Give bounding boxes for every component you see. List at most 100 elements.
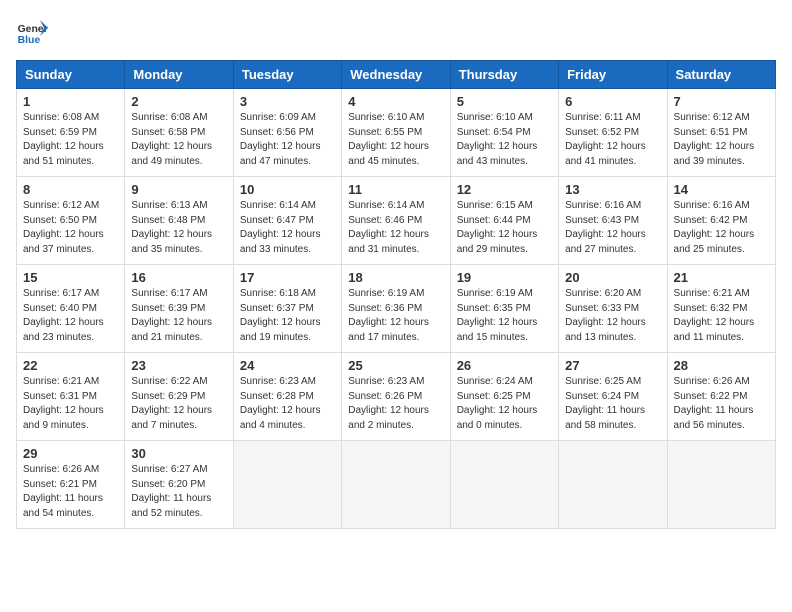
calendar-cell: 3 Sunrise: 6:09 AM Sunset: 6:56 PM Dayli… <box>233 89 341 177</box>
daylight-label: Daylight: 12 hours <box>348 317 429 328</box>
day-number: 13 <box>565 182 660 197</box>
calendar-cell: 8 Sunrise: 6:12 AM Sunset: 6:50 PM Dayli… <box>17 177 125 265</box>
daylight-label: Daylight: 12 hours <box>565 141 646 152</box>
calendar-cell: 17 Sunrise: 6:18 AM Sunset: 6:37 PM Dayl… <box>233 265 341 353</box>
day-header-monday: Monday <box>125 61 233 89</box>
sunset-label: Sunset: 6:59 PM <box>23 127 97 138</box>
sunrise-label: Sunrise: 6:22 AM <box>131 376 207 387</box>
calendar-week-4: 22 Sunrise: 6:21 AM Sunset: 6:31 PM Dayl… <box>17 353 776 441</box>
day-info: Sunrise: 6:08 AM Sunset: 6:58 PM Dayligh… <box>131 111 226 169</box>
daylight-label: Daylight: 12 hours <box>565 317 646 328</box>
sunset-label: Sunset: 6:40 PM <box>23 303 97 314</box>
svg-text:Blue: Blue <box>18 35 41 46</box>
sunset-label: Sunset: 6:33 PM <box>565 303 639 314</box>
daylight-mins: and 56 minutes. <box>674 420 745 431</box>
calendar-cell: 9 Sunrise: 6:13 AM Sunset: 6:48 PM Dayli… <box>125 177 233 265</box>
sunrise-label: Sunrise: 6:08 AM <box>23 112 99 123</box>
sunrise-label: Sunrise: 6:12 AM <box>674 112 750 123</box>
daylight-mins: and 31 minutes. <box>348 244 419 255</box>
calendar-cell: 27 Sunrise: 6:25 AM Sunset: 6:24 PM Dayl… <box>559 353 667 441</box>
day-info: Sunrise: 6:17 AM Sunset: 6:40 PM Dayligh… <box>23 287 118 345</box>
daylight-mins: and 4 minutes. <box>240 420 306 431</box>
daylight-label: Daylight: 11 hours <box>23 493 103 504</box>
daylight-label: Daylight: 12 hours <box>23 229 104 240</box>
day-number: 8 <box>23 182 118 197</box>
sunset-label: Sunset: 6:56 PM <box>240 127 314 138</box>
calendar-cell <box>342 441 450 529</box>
sunset-label: Sunset: 6:32 PM <box>674 303 748 314</box>
sunset-label: Sunset: 6:21 PM <box>23 479 97 490</box>
daylight-mins: and 23 minutes. <box>23 332 94 343</box>
day-number: 4 <box>348 94 443 109</box>
sunset-label: Sunset: 6:22 PM <box>674 391 748 402</box>
sunrise-label: Sunrise: 6:23 AM <box>348 376 424 387</box>
daylight-label: Daylight: 12 hours <box>674 229 755 240</box>
daylight-mins: and 19 minutes. <box>240 332 311 343</box>
daylight-mins: and 25 minutes. <box>674 244 745 255</box>
daylight-label: Daylight: 12 hours <box>240 317 321 328</box>
calendar-cell: 10 Sunrise: 6:14 AM Sunset: 6:47 PM Dayl… <box>233 177 341 265</box>
day-info: Sunrise: 6:08 AM Sunset: 6:59 PM Dayligh… <box>23 111 118 169</box>
day-info: Sunrise: 6:16 AM Sunset: 6:42 PM Dayligh… <box>674 199 769 257</box>
sunrise-label: Sunrise: 6:14 AM <box>348 200 424 211</box>
sunrise-label: Sunrise: 6:12 AM <box>23 200 99 211</box>
sunrise-label: Sunrise: 6:27 AM <box>131 464 207 475</box>
calendar-cell: 5 Sunrise: 6:10 AM Sunset: 6:54 PM Dayli… <box>450 89 558 177</box>
day-info: Sunrise: 6:18 AM Sunset: 6:37 PM Dayligh… <box>240 287 335 345</box>
day-info: Sunrise: 6:20 AM Sunset: 6:33 PM Dayligh… <box>565 287 660 345</box>
daylight-mins: and 58 minutes. <box>565 420 636 431</box>
daylight-label: Daylight: 12 hours <box>23 317 104 328</box>
daylight-label: Daylight: 11 hours <box>674 405 754 416</box>
daylight-label: Daylight: 12 hours <box>240 141 321 152</box>
daylight-mins: and 37 minutes. <box>23 244 94 255</box>
sunset-label: Sunset: 6:35 PM <box>457 303 531 314</box>
sunrise-label: Sunrise: 6:09 AM <box>240 112 316 123</box>
daylight-label: Daylight: 12 hours <box>457 141 538 152</box>
sunset-label: Sunset: 6:29 PM <box>131 391 205 402</box>
sunrise-label: Sunrise: 6:25 AM <box>565 376 641 387</box>
day-number: 10 <box>240 182 335 197</box>
day-info: Sunrise: 6:13 AM Sunset: 6:48 PM Dayligh… <box>131 199 226 257</box>
day-info: Sunrise: 6:26 AM Sunset: 6:22 PM Dayligh… <box>674 375 769 433</box>
sunset-label: Sunset: 6:28 PM <box>240 391 314 402</box>
day-header-tuesday: Tuesday <box>233 61 341 89</box>
calendar-cell: 6 Sunrise: 6:11 AM Sunset: 6:52 PM Dayli… <box>559 89 667 177</box>
day-number: 19 <box>457 270 552 285</box>
calendar-cell: 28 Sunrise: 6:26 AM Sunset: 6:22 PM Dayl… <box>667 353 775 441</box>
daylight-mins: and 7 minutes. <box>131 420 197 431</box>
daylight-mins: and 41 minutes. <box>565 156 636 167</box>
daylight-mins: and 45 minutes. <box>348 156 419 167</box>
calendar-body: 1 Sunrise: 6:08 AM Sunset: 6:59 PM Dayli… <box>17 89 776 529</box>
day-number: 27 <box>565 358 660 373</box>
day-number: 11 <box>348 182 443 197</box>
day-number: 15 <box>23 270 118 285</box>
day-header-wednesday: Wednesday <box>342 61 450 89</box>
daylight-label: Daylight: 12 hours <box>674 141 755 152</box>
daylight-label: Daylight: 12 hours <box>131 229 212 240</box>
sunset-label: Sunset: 6:58 PM <box>131 127 205 138</box>
calendar-cell: 16 Sunrise: 6:17 AM Sunset: 6:39 PM Dayl… <box>125 265 233 353</box>
daylight-label: Daylight: 12 hours <box>131 141 212 152</box>
calendar-cell: 21 Sunrise: 6:21 AM Sunset: 6:32 PM Dayl… <box>667 265 775 353</box>
day-number: 5 <box>457 94 552 109</box>
calendar-cell: 18 Sunrise: 6:19 AM Sunset: 6:36 PM Dayl… <box>342 265 450 353</box>
sunrise-label: Sunrise: 6:16 AM <box>674 200 750 211</box>
sunset-label: Sunset: 6:48 PM <box>131 215 205 226</box>
day-info: Sunrise: 6:27 AM Sunset: 6:20 PM Dayligh… <box>131 463 226 521</box>
calendar-cell: 23 Sunrise: 6:22 AM Sunset: 6:29 PM Dayl… <box>125 353 233 441</box>
calendar-cell: 15 Sunrise: 6:17 AM Sunset: 6:40 PM Dayl… <box>17 265 125 353</box>
sunrise-label: Sunrise: 6:17 AM <box>131 288 207 299</box>
day-info: Sunrise: 6:10 AM Sunset: 6:54 PM Dayligh… <box>457 111 552 169</box>
sunrise-label: Sunrise: 6:10 AM <box>457 112 533 123</box>
day-info: Sunrise: 6:26 AM Sunset: 6:21 PM Dayligh… <box>23 463 118 521</box>
calendar-cell: 30 Sunrise: 6:27 AM Sunset: 6:20 PM Dayl… <box>125 441 233 529</box>
daylight-label: Daylight: 12 hours <box>457 317 538 328</box>
day-number: 3 <box>240 94 335 109</box>
daylight-mins: and 2 minutes. <box>348 420 414 431</box>
day-info: Sunrise: 6:10 AM Sunset: 6:55 PM Dayligh… <box>348 111 443 169</box>
calendar-cell: 19 Sunrise: 6:19 AM Sunset: 6:35 PM Dayl… <box>450 265 558 353</box>
calendar-cell: 2 Sunrise: 6:08 AM Sunset: 6:58 PM Dayli… <box>125 89 233 177</box>
sunrise-label: Sunrise: 6:19 AM <box>348 288 424 299</box>
sunset-label: Sunset: 6:52 PM <box>565 127 639 138</box>
daylight-mins: and 35 minutes. <box>131 244 202 255</box>
